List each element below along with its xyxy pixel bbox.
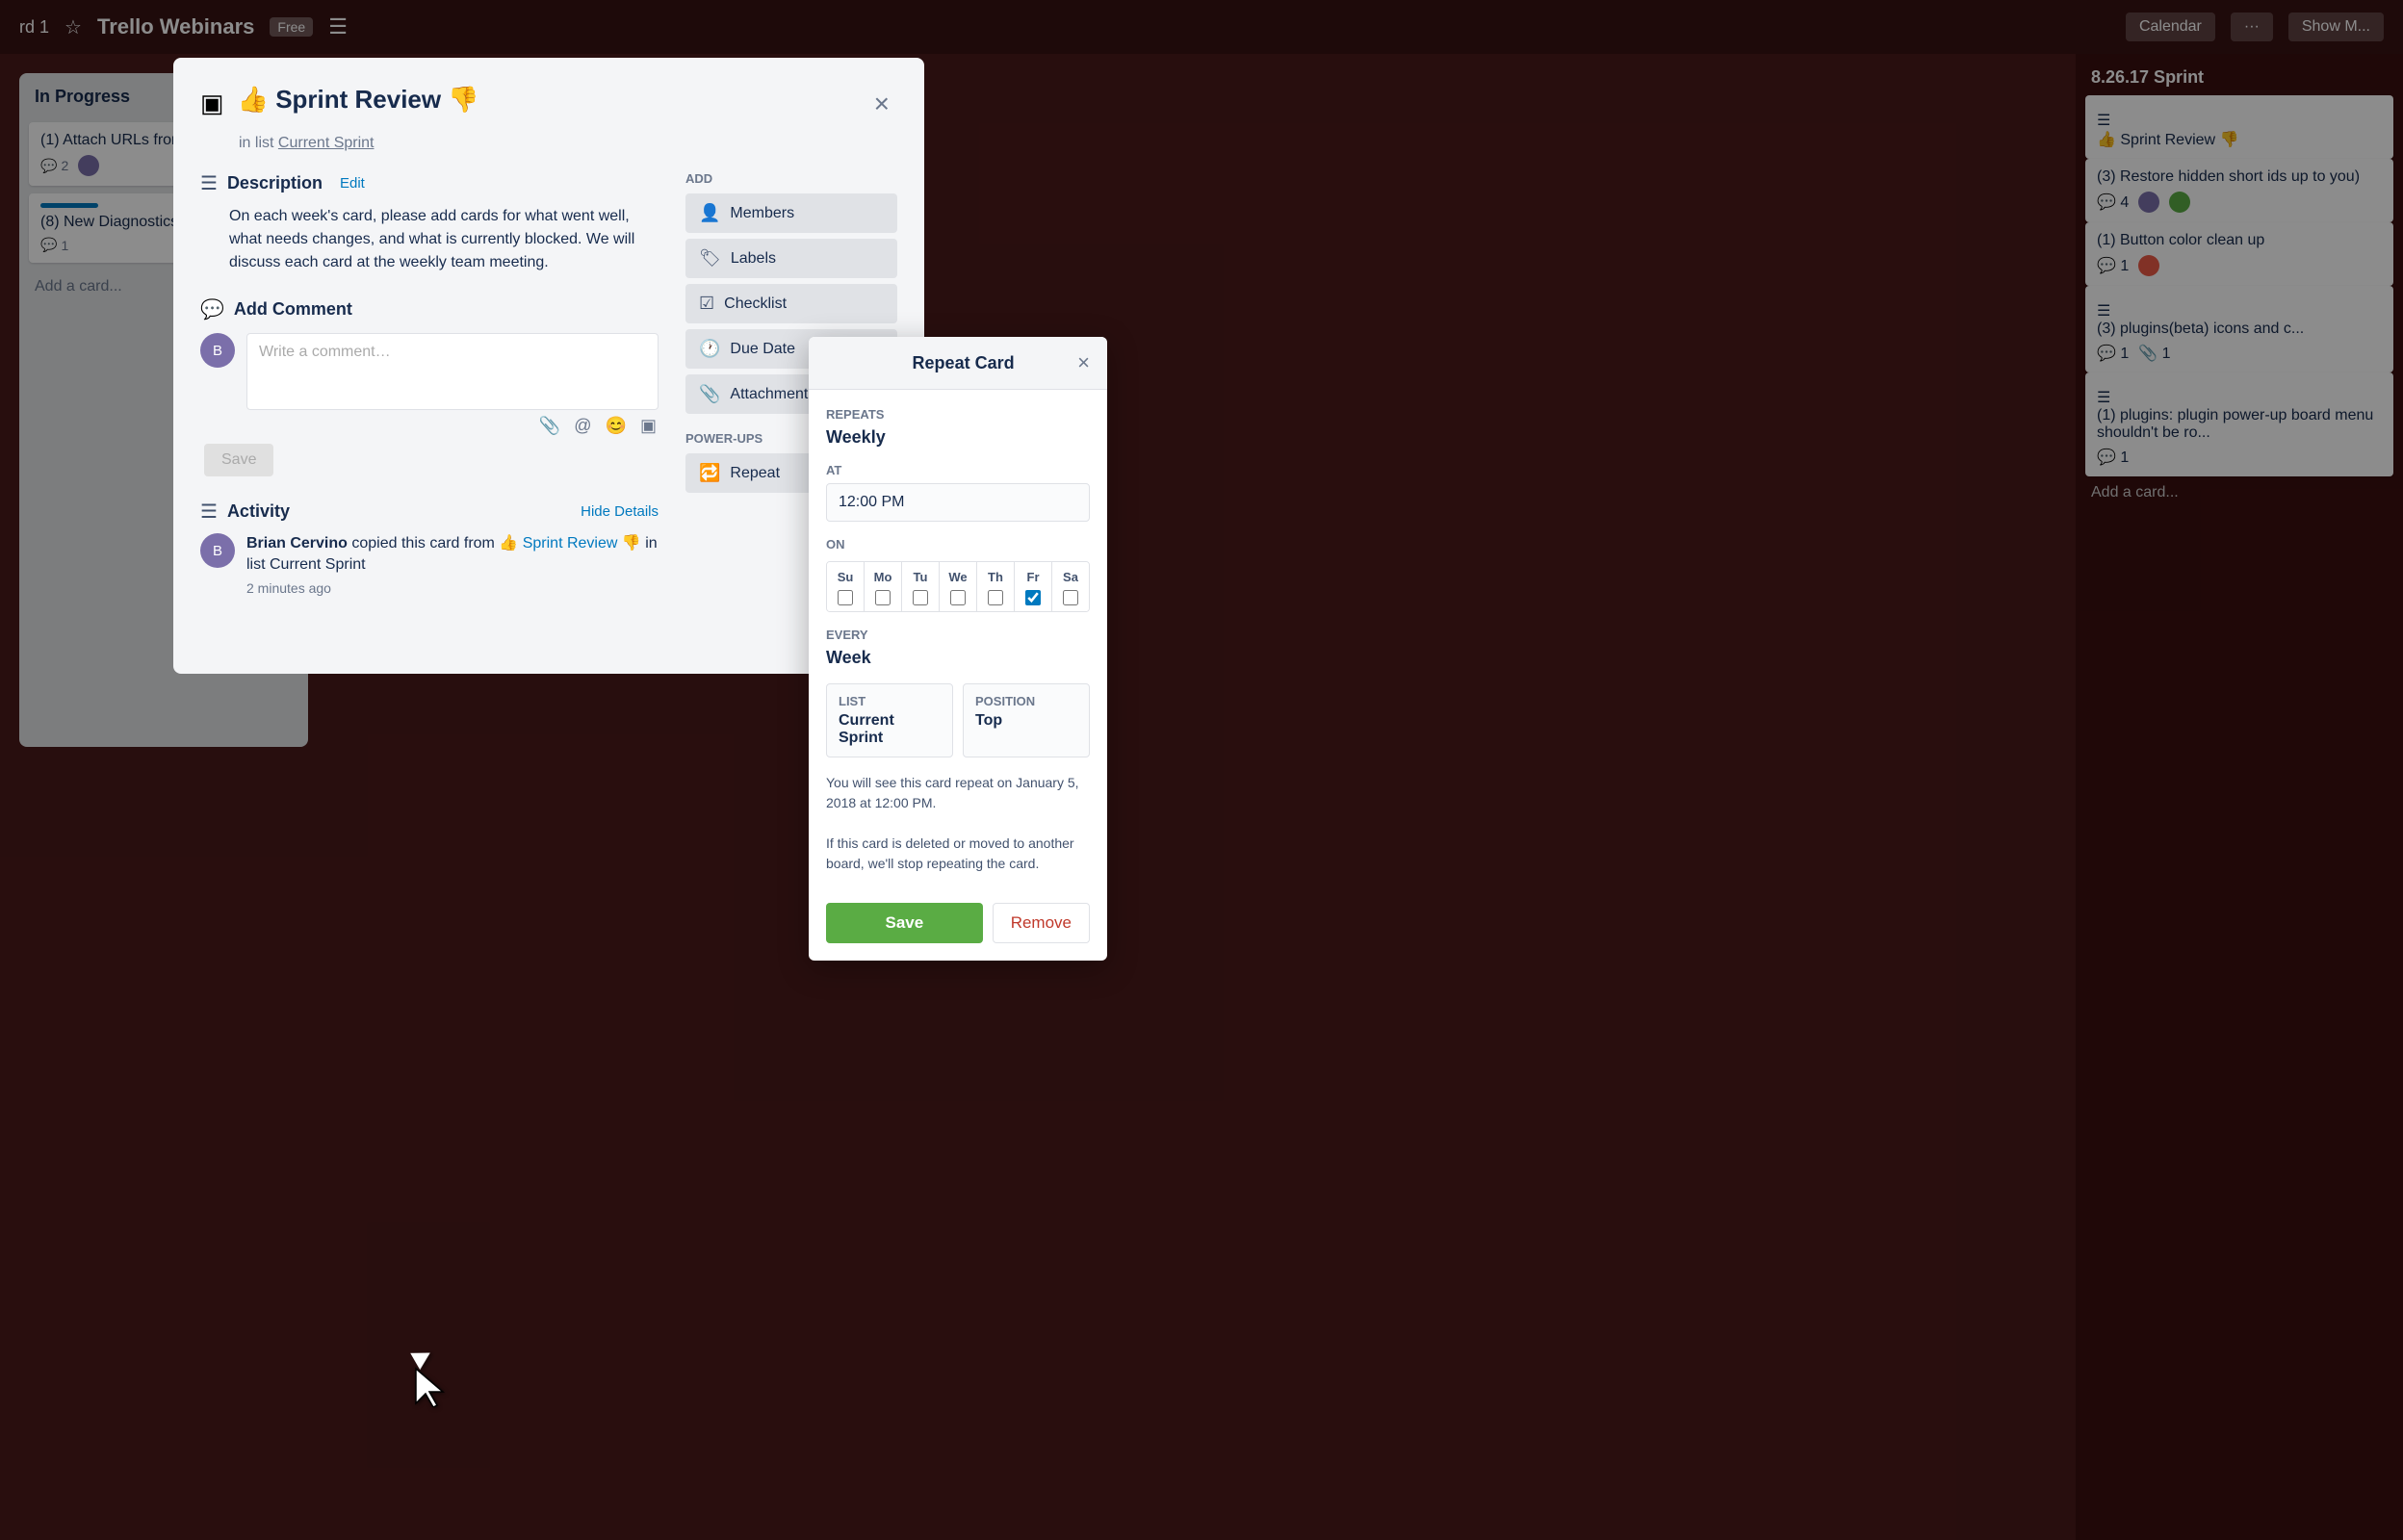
card-main: ☰ Description Edit On each week's card, … — [200, 171, 659, 611]
repeat-modal: Repeat Card × Repeats Weekly At On Su Mo — [809, 337, 1107, 961]
description-icon: ☰ — [200, 171, 218, 195]
labels-icon: 🏷 — [699, 248, 721, 269]
day-fr-label: Fr — [1027, 570, 1040, 584]
activity-source-link[interactable]: 👍 Sprint Review 👎 — [499, 535, 645, 552]
day-fr-checkbox[interactable] — [1025, 590, 1041, 605]
repeats-label: Repeats — [826, 407, 1090, 422]
add-comment-title: Add Comment — [234, 299, 352, 320]
attachment-icon: 📎 — [699, 384, 720, 404]
at-field: At — [826, 463, 1090, 522]
description-text: On each week's card, please add cards fo… — [229, 205, 659, 274]
repeat-modal-body: Repeats Weekly At On Su Mo Tu — [809, 390, 1107, 903]
comment-input[interactable]: Write a comment… — [246, 333, 659, 410]
day-we: We — [940, 562, 977, 611]
card-modal-card-icon: ▣ — [200, 89, 224, 118]
day-we-checkbox[interactable] — [950, 590, 966, 605]
day-mo-checkbox[interactable] — [875, 590, 891, 605]
day-tu: Tu — [902, 562, 940, 611]
on-section: On Su Mo Tu We Th — [826, 537, 1090, 612]
description-header: ☰ Description Edit — [200, 171, 659, 195]
list-cell: List Current Sprint — [826, 683, 953, 757]
list-value: Current Sprint — [839, 712, 941, 747]
activity-section: ☰ Activity Hide Details B Brian Cervino … — [200, 500, 659, 596]
description-edit-button[interactable]: Edit — [340, 175, 365, 192]
card-in-list: in list Current Sprint — [239, 135, 897, 152]
hide-details-button[interactable]: Hide Details — [581, 503, 659, 520]
repeat-remove-button[interactable]: Remove — [993, 903, 1090, 943]
on-label: On — [826, 537, 1090, 552]
card-list-link[interactable]: Current Sprint — [278, 135, 375, 151]
day-th-checkbox[interactable] — [988, 590, 1003, 605]
position-label: Position — [975, 694, 1077, 708]
day-sa-checkbox[interactable] — [1063, 590, 1078, 605]
day-th: Th — [977, 562, 1015, 611]
comment-box-wrapper: Write a comment… 📎 @ 😊 ▣ — [246, 333, 659, 436]
card-body: ☰ Description Edit On each week's card, … — [200, 171, 897, 611]
members-icon: 👤 — [699, 203, 720, 223]
repeat-icon: 🔁 — [699, 463, 720, 483]
activity-item: B Brian Cervino copied this card from 👍 … — [200, 533, 659, 596]
position-value: Top — [975, 712, 1077, 730]
day-sa: Sa — [1052, 562, 1089, 611]
day-sa-label: Sa — [1063, 570, 1078, 584]
day-mo: Mo — [865, 562, 902, 611]
at-label: At — [826, 463, 1090, 477]
checklist-icon: ☑ — [699, 294, 714, 314]
comment-input-row: B Write a comment… 📎 @ 😊 ▣ — [200, 333, 659, 436]
activity-content: Brian Cervino copied this card from 👍 Sp… — [246, 533, 659, 596]
activity-avatar: B — [200, 533, 235, 568]
repeat-save-button[interactable]: Save — [826, 903, 983, 943]
list-position-row: List Current Sprint Position Top — [826, 683, 1090, 757]
activity-header: ☰ Activity Hide Details — [200, 500, 659, 524]
due-date-icon: 🕐 — [699, 339, 720, 359]
day-tu-checkbox[interactable] — [913, 590, 928, 605]
repeat-modal-footer: Save Remove — [809, 903, 1107, 961]
day-su: Su — [827, 562, 865, 611]
repeat-note: You will see this card repeat on January… — [826, 773, 1090, 874]
attach-icon[interactable]: 📎 — [539, 416, 560, 436]
labels-button[interactable]: 🏷 Labels — [685, 239, 897, 278]
card-modal-close-button[interactable]: × — [866, 85, 897, 123]
add-comment-icon: 💬 — [200, 297, 224, 321]
checklist-button[interactable]: ☑ Checklist — [685, 284, 897, 323]
add-comment-section: 💬 Add Comment B Write a comment… 📎 @ 😊 ▣ — [200, 297, 659, 476]
mention-icon[interactable]: @ — [574, 416, 591, 436]
at-input[interactable] — [826, 483, 1090, 522]
days-row: Su Mo Tu We Th — [826, 561, 1090, 612]
add-comment-header: 💬 Add Comment — [200, 297, 659, 321]
card-modal-title: 👍 Sprint Review 👎 — [238, 85, 853, 115]
every-value: Week — [826, 648, 1090, 668]
card-modal-header: ▣ 👍 Sprint Review 👎 × — [200, 85, 897, 123]
every-label: Every — [826, 628, 1090, 642]
day-su-label: Su — [838, 570, 854, 584]
comment-save-button[interactable]: Save — [204, 444, 273, 476]
description-title: Description — [227, 173, 323, 193]
emoji-icon[interactable]: 😊 — [606, 416, 627, 436]
repeat-modal-close-button[interactable]: × — [1077, 350, 1090, 375]
members-button[interactable]: 👤 Members — [685, 193, 897, 233]
day-mo-label: Mo — [874, 570, 892, 584]
user-avatar: B — [200, 333, 235, 368]
day-fr: Fr — [1015, 562, 1052, 611]
activity-icon: ☰ — [200, 500, 218, 524]
list-label: List — [839, 694, 941, 708]
position-cell: Position Top — [963, 683, 1090, 757]
repeats-field: Repeats Weekly — [826, 407, 1090, 448]
comment-box-footer: 📎 @ 😊 ▣ — [246, 416, 659, 436]
repeats-value: Weekly — [826, 427, 1090, 448]
every-section: Every Week — [826, 628, 1090, 668]
day-tu-label: Tu — [914, 570, 928, 584]
repeat-modal-title: Repeat Card — [849, 353, 1077, 373]
activity-title: Activity — [227, 501, 290, 522]
day-we-label: We — [948, 570, 967, 584]
activity-time: 2 minutes ago — [246, 580, 659, 596]
format-icon[interactable]: ▣ — [640, 416, 657, 436]
add-section-title: Add — [685, 171, 897, 186]
activity-text: Brian Cervino copied this card from 👍 Sp… — [246, 533, 659, 577]
repeat-modal-header: Repeat Card × — [809, 337, 1107, 390]
day-su-checkbox[interactable] — [838, 590, 853, 605]
day-th-label: Th — [988, 570, 1003, 584]
